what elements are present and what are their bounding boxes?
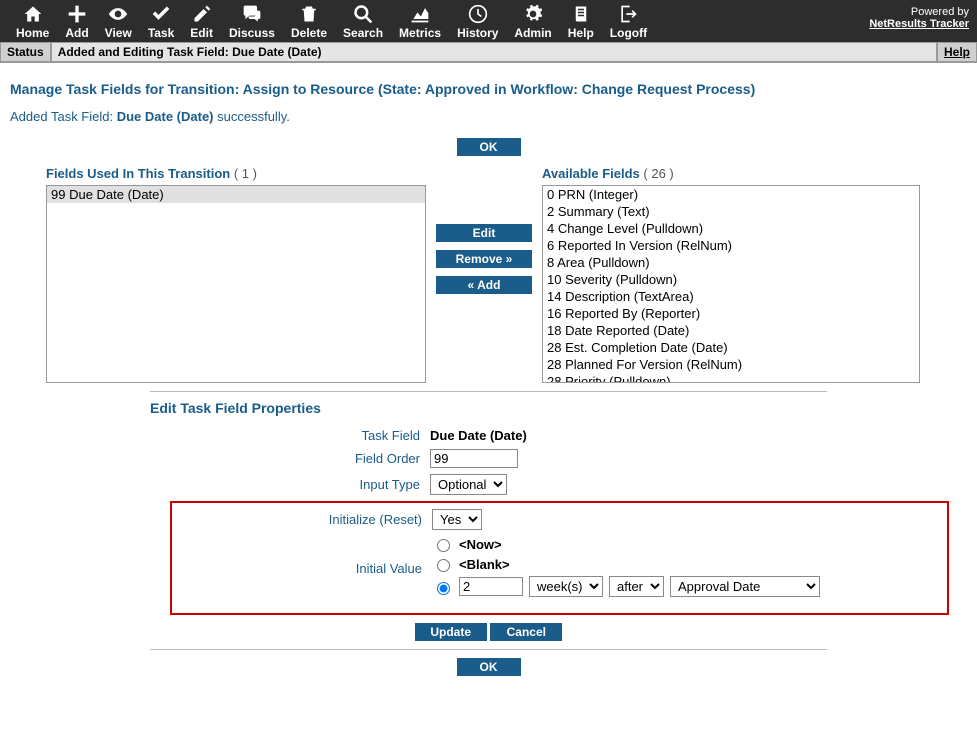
relative-unit-select[interactable]: week(s) [529,576,603,597]
status-help-link[interactable]: Help [937,42,977,62]
toolbar-delete[interactable]: Delete [283,4,335,40]
list-item[interactable]: 28 Planned For Version (RelNum) [543,356,919,373]
toolbar-label: Delete [291,26,327,40]
status-label: Status [0,42,51,62]
toolbar-label: Help [568,26,594,40]
toolbar-label: Metrics [399,26,441,40]
list-item[interactable]: 18 Date Reported (Date) [543,322,919,339]
edit-button[interactable]: Edit [436,224,532,242]
clock-icon [468,4,488,24]
list-item[interactable]: 14 Description (TextArea) [543,288,919,305]
separator [150,649,827,650]
task-field-label: Task Field [150,428,430,443]
initial-value-now-radio[interactable] [437,539,450,552]
initial-value-label: Initial Value [176,561,432,576]
initial-value-blank-label: <Blank> [459,557,510,572]
used-fields-title: Fields Used In This Transition ( 1 ) [46,166,426,181]
main-toolbar: Home Add View Task Edit [0,0,977,42]
init-reset-select[interactable]: Yes [432,509,482,530]
powered-by: Powered by NetResults Tracker [869,4,969,40]
list-item[interactable]: 10 Severity (Pulldown) [543,271,919,288]
status-text: Added and Editing Task Field: Due Date (… [51,42,937,62]
toolbar-logoff[interactable]: Logoff [602,4,655,40]
gear-icon [523,4,543,24]
success-message: Added Task Field: Due Date (Date) succes… [10,109,967,124]
toolbar-label: History [457,26,498,40]
success-field: Due Date (Date) [117,109,214,124]
toolbar-home[interactable]: Home [8,4,57,40]
remove-button[interactable]: Remove » [436,250,532,268]
list-item[interactable]: 0 PRN (Integer) [543,186,919,203]
list-item[interactable]: 28 Priority (Pulldown) [543,373,919,383]
input-type-select[interactable]: Optional [430,474,507,495]
book-icon [572,4,590,24]
field-order-input[interactable] [430,449,518,468]
toolbar-edit[interactable]: Edit [182,4,221,40]
logout-icon [618,4,638,24]
initial-value-relative-radio[interactable] [437,582,450,595]
available-fields-listbox[interactable]: 0 PRN (Integer)2 Summary (Text)4 Change … [542,185,920,383]
toolbar-label: Add [65,26,88,40]
list-item[interactable]: 4 Change Level (Pulldown) [543,220,919,237]
relative-reference-select[interactable]: Approval Date [670,576,820,597]
success-suffix: successfully. [214,109,290,124]
toolbar-view[interactable]: View [97,4,140,40]
toolbar-history[interactable]: History [449,4,506,40]
cancel-button[interactable]: Cancel [490,623,562,641]
chat-icon [241,4,263,24]
list-item[interactable]: 28 Est. Completion Date (Date) [543,339,919,356]
home-icon [22,4,44,24]
toolbar-label: Home [16,26,49,40]
toolbar-task[interactable]: Task [140,4,182,40]
used-fields-listbox[interactable]: 99 Due Date (Date) [46,185,426,383]
list-item[interactable]: 99 Due Date (Date) [47,186,425,203]
toolbar-label: Edit [190,26,213,40]
initialize-box: Initialize (Reset) Yes Initial Value <No… [170,501,949,615]
eye-icon [106,4,130,24]
list-item[interactable]: 8 Area (Pulldown) [543,254,919,271]
pencil-icon [192,4,212,24]
props-section-title: Edit Task Field Properties [150,400,967,416]
init-reset-label: Initialize (Reset) [176,512,432,527]
check-icon [150,4,172,24]
relative-direction-select[interactable]: after [609,576,664,597]
list-item[interactable]: 16 Reported By (Reporter) [543,305,919,322]
available-fields-title: Available Fields ( 26 ) [542,166,920,181]
toolbar-label: Task [148,26,174,40]
search-icon [353,4,373,24]
ok-button-top[interactable]: OK [457,138,521,156]
toolbar-search[interactable]: Search [335,4,391,40]
list-item[interactable]: 2 Summary (Text) [543,203,919,220]
status-bar: Status Added and Editing Task Field: Due… [0,42,977,63]
toolbar-help[interactable]: Help [560,4,602,40]
separator [150,391,827,392]
toolbar-metrics[interactable]: Metrics [391,4,449,40]
toolbar-add[interactable]: Add [57,4,96,40]
toolbar-label: Admin [514,26,551,40]
plus-icon [67,4,87,24]
toolbar-label: Logoff [610,26,647,40]
success-prefix: Added Task Field: [10,109,117,124]
toolbar-admin[interactable]: Admin [506,4,559,40]
list-item[interactable]: 6 Reported In Version (RelNum) [543,237,919,254]
toolbar-discuss[interactable]: Discuss [221,4,283,40]
toolbar-label: Search [343,26,383,40]
ok-button-bottom[interactable]: OK [457,658,521,676]
initial-value-now-label: <Now> [459,537,502,552]
powered-by-text: Powered by [869,6,969,18]
page-title: Manage Task Fields for Transition: Assig… [10,81,967,97]
task-field-value: Due Date (Date) [430,428,527,443]
trash-icon [300,4,318,24]
chart-icon [409,4,431,24]
toolbar-label: Discuss [229,26,275,40]
toolbar-label: View [105,26,132,40]
relative-number-input[interactable] [459,577,523,596]
initial-value-blank-radio[interactable] [437,559,450,572]
toolbar-left: Home Add View Task Edit [8,4,655,40]
brand-link[interactable]: NetResults Tracker [869,18,969,30]
update-button[interactable]: Update [415,623,487,641]
input-type-label: Input Type [150,477,430,492]
add-button[interactable]: « Add [436,276,532,294]
field-order-label: Field Order [150,451,430,466]
